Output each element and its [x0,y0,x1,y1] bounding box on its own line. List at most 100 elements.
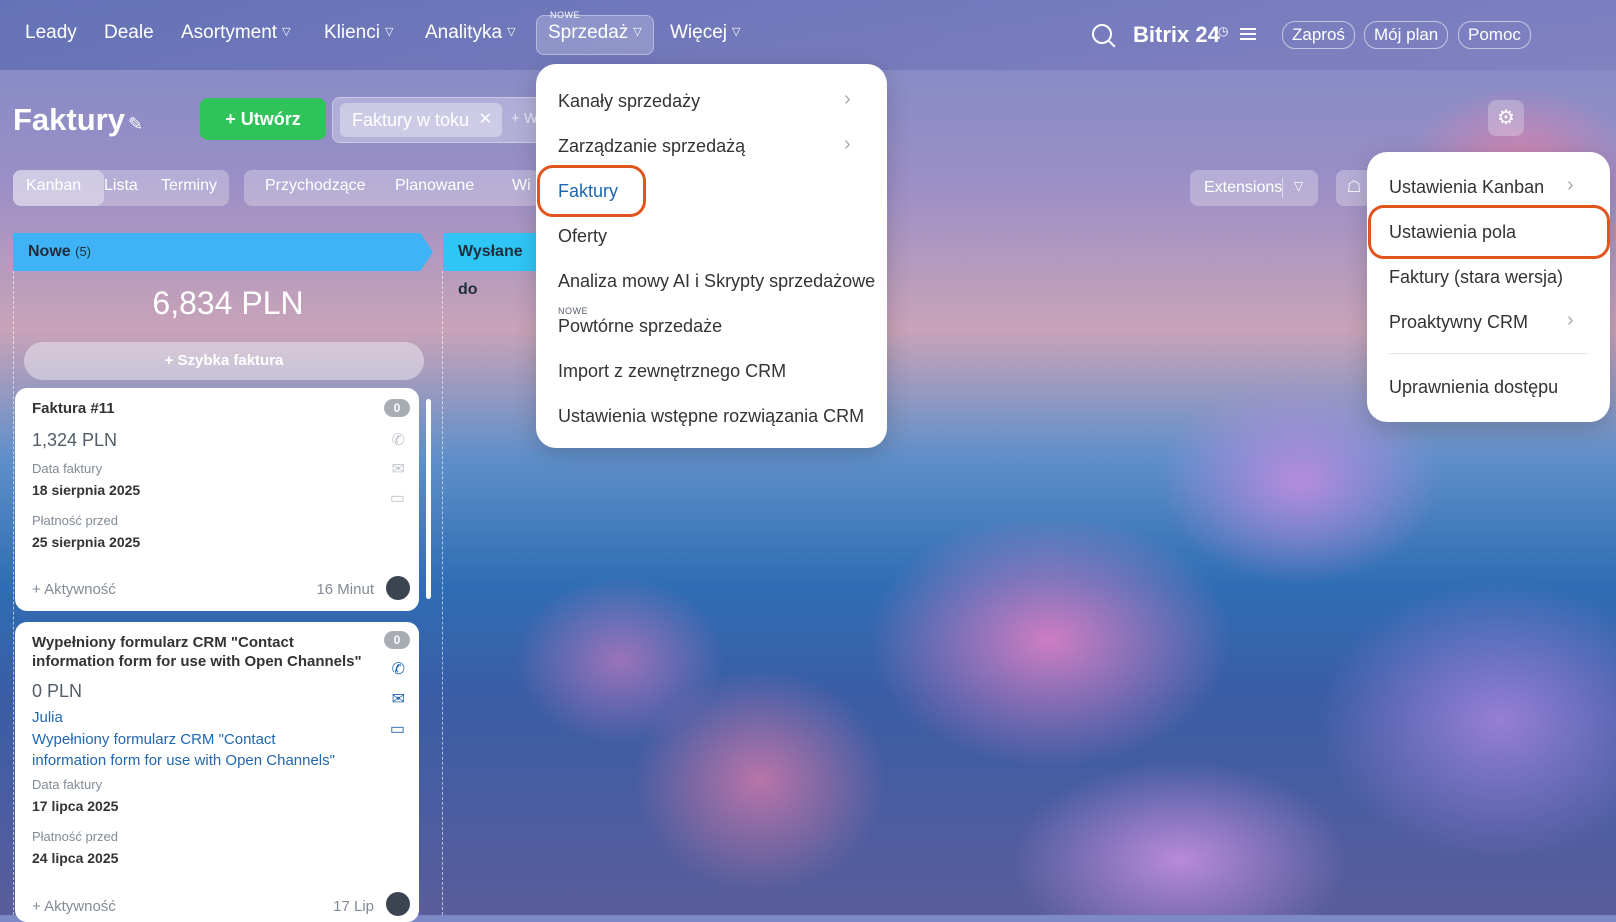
mail-icon[interactable]: ✉ [392,459,405,479]
column-title: Wysłane do [458,243,523,298]
column-count: (5) [75,244,92,259]
chevron-down-icon: ▽ [282,26,291,38]
menu-item-oferty[interactable]: Oferty [558,226,607,247]
card-title[interactable]: Faktura #11 [32,399,115,419]
card-title-line2[interactable]: information form for use with Open Chann… [32,652,362,672]
tab-terminy[interactable]: Terminy [161,177,217,195]
chevron-down-icon[interactable]: ▽ [1294,179,1303,193]
sales-dropdown-menu: Kanały sprzedaży › Zarządzanie sprzedażą… [536,64,887,448]
add-activity-link[interactable]: + Aktywność [32,898,116,915]
nav-item-label: Klienci [324,22,380,43]
tab-lista[interactable]: Lista [104,177,138,195]
avatar[interactable] [386,892,410,916]
nav-item-label: Leady [25,22,77,43]
chat-icon[interactable]: ▭ [390,488,405,508]
plus-icon: + [164,352,178,369]
nav-item-sprzedaz[interactable]: Sprzedaż ▽ [548,22,642,44]
help-button[interactable]: Pomoc [1458,21,1531,49]
card-title-line1[interactable]: Wypełniony formularz CRM "Contact [32,633,294,653]
nav-item-wiecej[interactable]: Więcej ▽ [670,22,740,44]
card-amount: 0 PLN [32,681,83,701]
menu-item-analiza-mowy[interactable]: Analiza mowy AI i Skrypty sprzedażowe [558,271,875,292]
highlight-outline [537,165,646,217]
scrollbar[interactable] [426,399,431,599]
card-date-label: Data faktury [32,461,103,476]
my-plan-button[interactable]: Mój plan [1364,21,1449,49]
divider [1282,178,1283,198]
phone-icon[interactable]: ✆ [392,430,405,450]
gear-icon[interactable]: ⚙ [1488,100,1524,136]
filter-chip[interactable]: Faktury w toku ✕ [340,103,502,137]
mail-icon[interactable]: ✉ [392,689,405,709]
chevron-right-icon: › [844,88,851,110]
tab-planowane[interactable]: Planowane [395,177,474,195]
card-due-value: 24 lipca 2025 [32,850,119,866]
plus-icon: + [225,109,241,129]
extensions-label: Extensions [1204,179,1283,196]
add-activity-link[interactable]: + Aktywność [32,581,116,598]
clock-icon: ◷ [1218,24,1229,38]
column-sum: 6,834 PLN [152,285,304,321]
card-source-link-line2[interactable]: information form for use with Open Chann… [32,751,335,771]
menu-item-ustawienia-wstepne[interactable]: Ustawienia wstępne rozwiązania CRM [558,406,864,427]
kanban-card[interactable]: Faktura #11 0 1,324 PLN ✆ Data faktury ✉… [15,388,419,611]
menu-item-import-crm[interactable]: Import z zewnętrznego CRM [558,361,786,382]
nav-item-analityka[interactable]: Analityka ▽ [425,22,516,44]
tab-kanban[interactable]: Kanban [26,177,81,195]
view-mode-tabs: Kanban Lista Terminy [13,170,229,206]
menu-item-powtorne-sprzedaze[interactable]: Powtórne sprzedaże [558,316,722,337]
chat-icon[interactable]: ▭ [390,719,405,739]
chevron-down-icon: ▽ [732,26,741,38]
top-navigation-bar: Leady Deale Asortyment ▽ Klienci ▽ Anality… [0,0,1616,70]
chevron-right-icon: › [844,133,851,155]
extensions-button[interactable]: Extensions ▽ [1190,170,1318,206]
menu-item-faktury-stara-wersja[interactable]: Faktury (stara wersja) [1389,267,1563,288]
nav-item-leady[interactable]: Leady [25,22,77,44]
nav-item-label: Analityka [425,22,503,43]
card-date-label: Data faktury [32,777,103,792]
card-date-value: 17 lipca 2025 [32,798,119,814]
quick-invoice-button[interactable]: + Szybka faktura [24,342,424,380]
card-amount: 1,324 PLN [32,430,118,450]
nav-item-label: Deale [104,22,154,43]
search-icon[interactable] [1092,24,1112,44]
column-header-wyslane[interactable]: Wysłane do [443,233,539,298]
card-contact-link[interactable]: Julia [32,708,63,728]
avatar[interactable] [386,576,410,600]
menu-item-ustawienia-kanban[interactable]: Ustawienia Kanban [1389,177,1544,198]
tab-przychodzace[interactable]: Przychodzące [265,177,366,195]
card-time: 16 Minut [316,581,374,598]
menu-item-proaktywny-crm[interactable]: Proaktywny CRM [1389,312,1528,333]
menu-item-uprawnienia-dostepu[interactable]: Uprawnienia dostępu [1389,377,1558,398]
invite-button[interactable]: Zaproś [1282,21,1355,49]
card-due-label: Płatność przed [32,513,118,528]
chevron-down-icon: ▽ [507,26,516,38]
brand-logo: Bitrix 24 [1133,22,1220,47]
kanban-card[interactable]: Wypełniony formularz CRM "Contact inform… [15,622,419,922]
counter-filter-tabs: Przychodzące Planowane Wi [244,170,540,206]
card-time: 17 Lip [333,898,374,915]
close-icon[interactable]: ✕ [479,103,492,137]
filter-add-more[interactable]: + W [511,110,538,127]
card-date-value: 18 sierpnia 2025 [32,482,141,498]
nav-item-asortyment[interactable]: Asortyment ▽ [181,22,291,44]
menu-divider [1389,353,1589,354]
chevron-right-icon: › [1567,174,1574,196]
nav-item-klienci[interactable]: Klienci ▽ [324,22,393,44]
highlight-outline [1368,205,1610,259]
filter-search-box[interactable]: Faktury w toku ✕ + W [332,97,544,143]
create-button[interactable]: + Utwórz [200,98,326,140]
menu-item-zarzadzanie-sprzedaza[interactable]: Zarządzanie sprzedażą [558,136,745,157]
filter-chip-label: Faktury w toku [352,110,470,130]
create-button-label: Utwórz [240,109,301,129]
settings-sliders-icon[interactable] [1240,26,1256,40]
counter-badge: 0 [384,631,410,649]
pin-icon[interactable]: ✎ [128,114,143,135]
tab-more[interactable]: Wi [512,177,531,195]
column-header-nowe[interactable]: Nowe (5) [13,233,433,271]
nav-item-deale[interactable]: Deale [104,22,154,44]
phone-icon[interactable]: ✆ [392,659,405,679]
card-source-link-line1[interactable]: Wypełniony formularz CRM "Contact [32,730,276,750]
chevron-down-icon: ▽ [633,26,642,38]
menu-item-kanaly-sprzedazy[interactable]: Kanały sprzedaży [558,91,700,112]
